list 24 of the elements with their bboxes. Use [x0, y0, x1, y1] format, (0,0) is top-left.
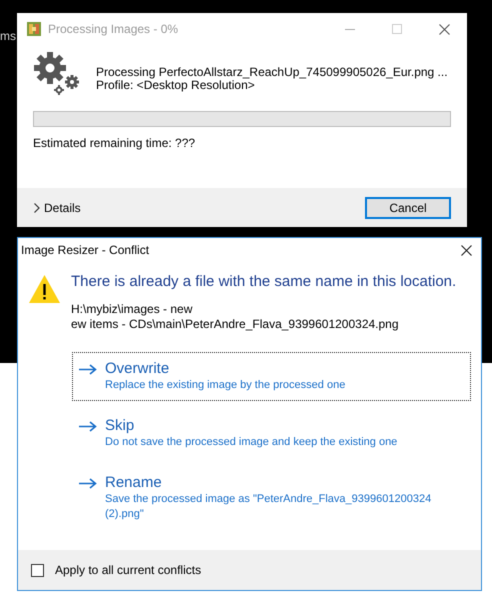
background-text: ms [0, 28, 16, 45]
close-icon[interactable] [461, 244, 472, 256]
estimate-text: Estimated remaining time: ??? [33, 135, 196, 152]
option-button[interactable]: Rename Save the processed image as "PeterAndre_Flava_9399601200324 (2).png" [72, 466, 471, 530]
option-button[interactable]: Skip Do not save the processed image and keep the existing one [72, 409, 471, 458]
chevron-icon [34, 202, 40, 212]
file-path-line: H:\mybiz\images - new [71, 302, 194, 317]
file-path-line: ew items - CDs\main\PeterAndre_Flava_9399601200324.png [71, 317, 400, 332]
dialog-title: Image Resizer - Conflict [21, 242, 150, 259]
checkbox[interactable] [31, 564, 44, 576]
window-title: Processing Images - 0% [48, 21, 178, 38]
arrow-icon [79, 478, 97, 489]
details-toggle[interactable]: Details [34, 198, 81, 216]
conflict-heading: There is already a file with the same name in this location. [71, 272, 456, 292]
cancel-button[interactable]: Cancel [365, 196, 451, 218]
apply-all-checkbox[interactable]: Apply to all current conflicts [31, 561, 202, 579]
arrow-icon [79, 364, 97, 375]
app-icon [27, 22, 41, 36]
processing-message: Processing PerfectoAllstarz_ReachUp_745099905026_Eur.png ... [96, 66, 448, 79]
profile-text: Profile: <Desktop Resolution> [96, 79, 255, 92]
close-icon[interactable] [439, 24, 450, 34]
arrow-icon [79, 421, 97, 432]
option-button[interactable]: Overwrite Replace the existing image by the processed one [72, 352, 471, 401]
warning-icon [28, 274, 61, 304]
